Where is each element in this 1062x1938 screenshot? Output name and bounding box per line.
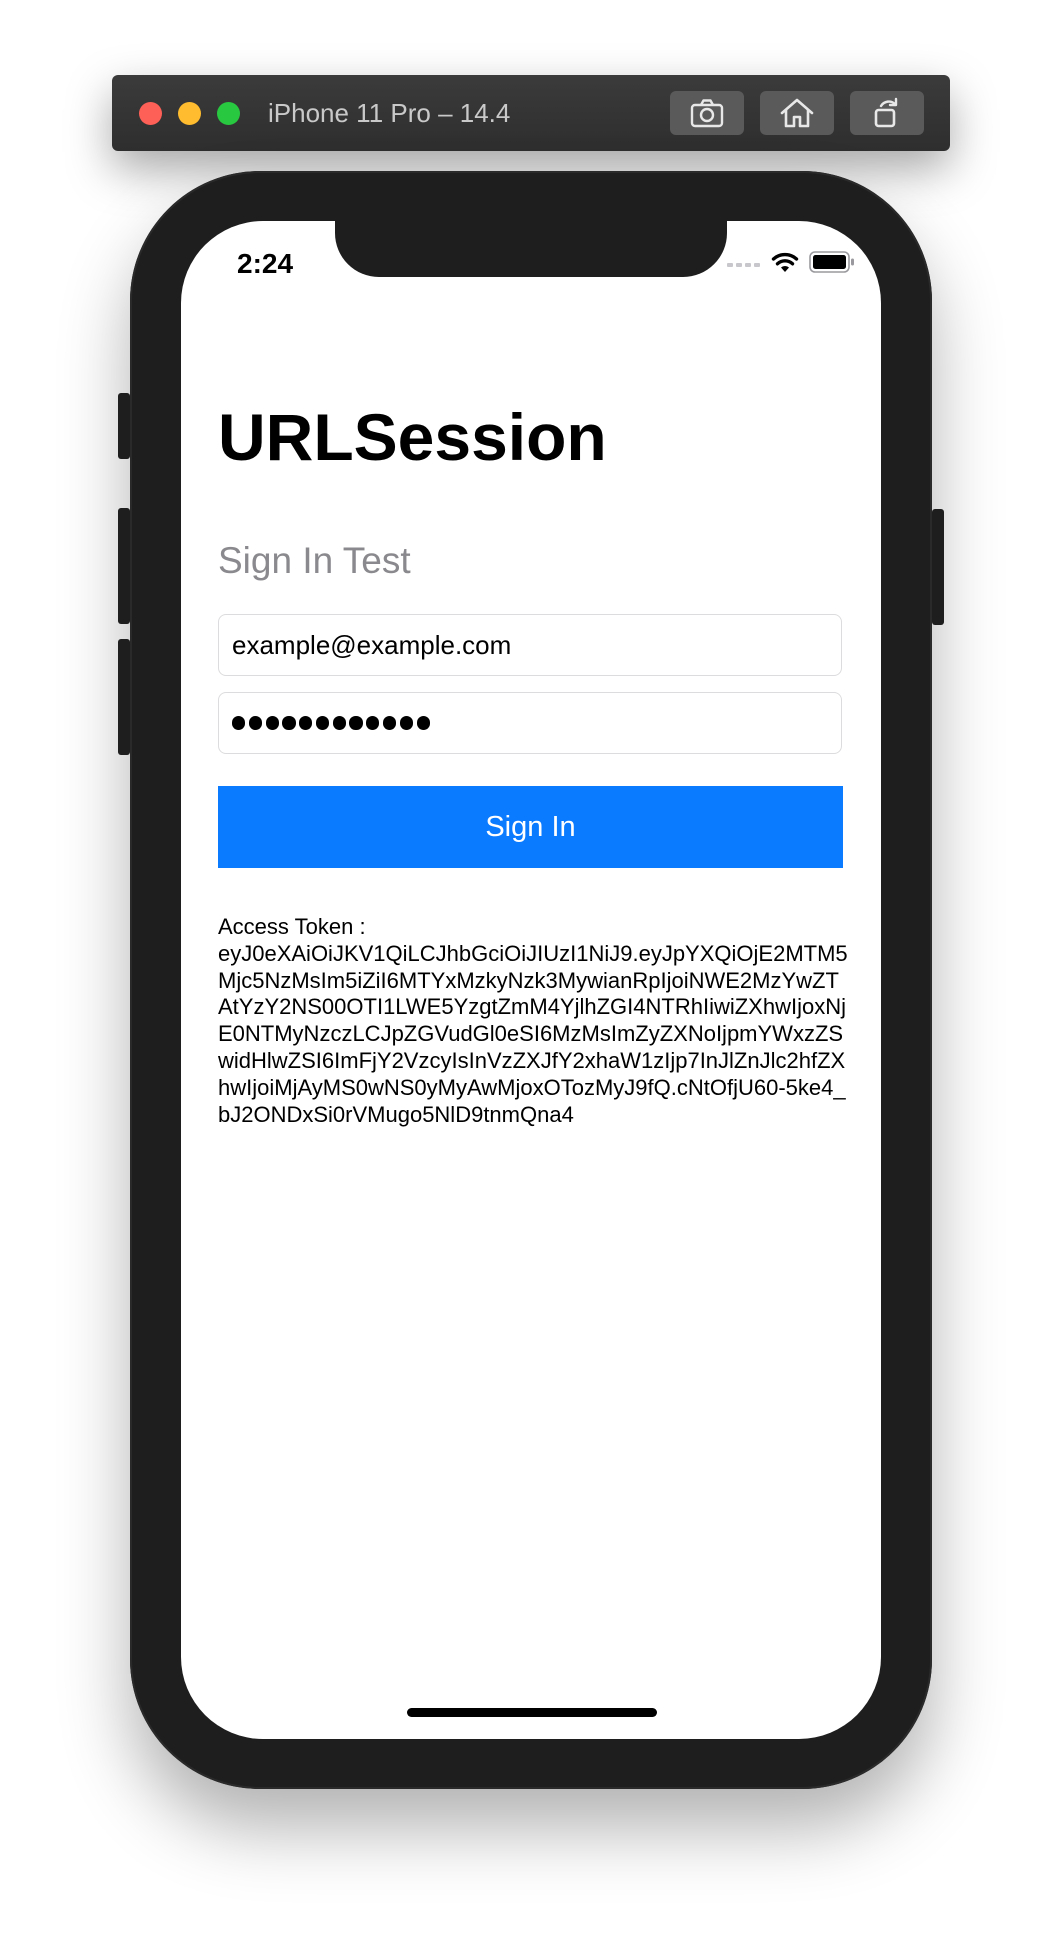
home-button[interactable]	[760, 91, 834, 135]
silent-switch	[118, 393, 130, 459]
password-mask-dot	[282, 716, 296, 730]
email-field[interactable]: example@example.com	[218, 614, 842, 676]
simulator-title-bar: iPhone 11 Pro – 14.4	[112, 75, 950, 151]
notch	[335, 221, 727, 277]
rotate-icon	[874, 97, 898, 128]
password-mask-dot	[232, 716, 246, 730]
password-mask-dot	[265, 716, 279, 730]
password-field[interactable]	[218, 692, 842, 754]
camera-icon	[690, 99, 724, 128]
password-mask-dot	[349, 716, 363, 730]
screenshot-button[interactable]	[670, 91, 744, 135]
phone-screen: 2:24 URLSession Sign In Test example@exa…	[181, 221, 881, 1739]
volume-up-button	[118, 508, 130, 624]
home-indicator	[407, 1708, 657, 1717]
password-mask-dot	[299, 716, 313, 730]
status-icons	[727, 251, 855, 273]
password-mask-dot	[399, 716, 413, 730]
iphone-device-frame: 2:24 URLSession Sign In Test example@exa…	[118, 171, 944, 1789]
cellular-icon	[727, 263, 760, 267]
access-token-output: Access Token : eyJ0eXAiOiJKV1QiLCJhbGciO…	[218, 914, 848, 1128]
password-mask-dot	[332, 716, 346, 730]
simulator-stage: iPhone 11 Pro – 14.4 2:24 URLSession Sig…	[0, 0, 1062, 1938]
section-title: Sign In Test	[218, 540, 411, 581]
email-field-value: example@example.com	[232, 629, 512, 660]
volume-down-button	[118, 639, 130, 755]
page-title: URLSession	[218, 400, 607, 474]
access-token-value: eyJ0eXAiOiJKV1QiLCJhbGciOiJIUzI1NiJ9.eyJ…	[218, 940, 848, 1127]
home-icon	[780, 98, 814, 128]
rotate-button[interactable]	[850, 91, 924, 135]
wifi-icon	[771, 252, 799, 272]
battery-icon	[809, 251, 854, 273]
password-mask	[232, 716, 430, 730]
simulator-title: iPhone 11 Pro – 14.4	[268, 98, 511, 128]
minimize-window-button[interactable]	[178, 102, 201, 125]
password-mask-dot	[315, 716, 330, 730]
password-mask-dot	[366, 716, 380, 730]
status-time: 2:24	[237, 248, 294, 279]
sign-in-button[interactable]: Sign In	[218, 786, 843, 868]
password-mask-dot	[416, 716, 430, 730]
zoom-window-button[interactable]	[217, 102, 240, 125]
password-mask-dot	[248, 716, 262, 730]
close-window-button[interactable]	[139, 102, 162, 125]
side-button	[932, 509, 944, 625]
password-mask-dot	[383, 716, 397, 730]
access-token-label: Access Token :	[218, 914, 366, 939]
